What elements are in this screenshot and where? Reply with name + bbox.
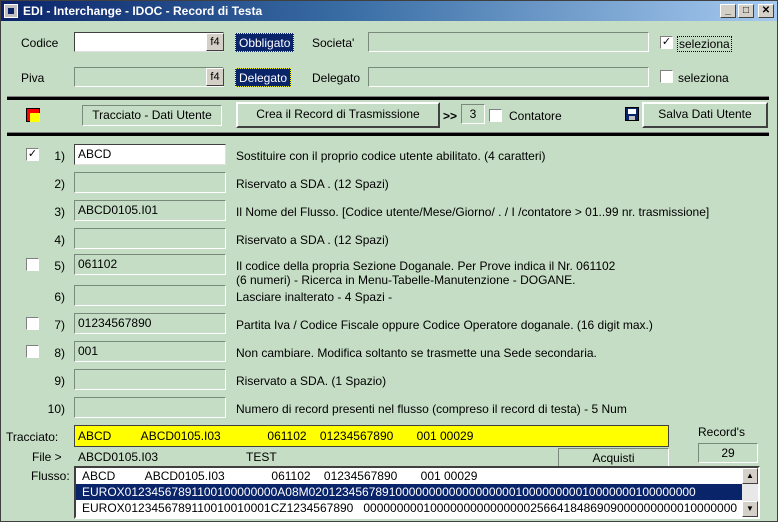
tracciato-value: ABCD ABCD0105.I03 061102 01234567890 001…	[74, 425, 669, 447]
contatore-label: Contatore	[509, 109, 562, 123]
row-description: Lasciare inalterato - 4 Spazi -	[236, 290, 393, 304]
scroll-down-icon[interactable]: ▼	[742, 501, 758, 517]
piva-f4-button[interactable]: f4	[206, 68, 224, 86]
records-label: Record's	[698, 425, 745, 439]
file-test: TEST	[246, 450, 277, 464]
seleziona-checkbox-2[interactable]	[660, 70, 673, 83]
row-description: Partita Iva / Codice Fiscale oppure Codi…	[236, 318, 653, 332]
row-checkbox[interactable]	[26, 258, 39, 271]
row-number: 9)	[54, 374, 65, 388]
delegato-field[interactable]	[368, 67, 649, 87]
piva-field[interactable]	[74, 67, 224, 87]
salva-dati-utente-button[interactable]: Salva Dati Utente	[642, 102, 768, 128]
row-value-field[interactable]: 061102	[74, 254, 226, 275]
flusso-label: Flusso:	[31, 469, 70, 483]
row-value-field[interactable]: ABCD	[74, 144, 226, 165]
row-description: Numero di record presenti nel flusso (co…	[236, 402, 627, 416]
row-checkbox[interactable]	[26, 345, 39, 358]
delegato-label: Delegato	[312, 71, 361, 85]
tracciato-label: Tracciato:	[6, 430, 59, 444]
file-name: ABCD0105.I03	[78, 450, 159, 464]
row-description: Riservato a SDA. (1 Spazio)	[236, 374, 387, 388]
row-number: 5)	[54, 259, 65, 273]
flusso-list-item[interactable]: ABCD ABCD0105.I03 061102 01234567890 001…	[76, 468, 742, 484]
societa-label: Societa'	[312, 36, 355, 50]
row-description: Riservato a SDA . (12 Spazi)	[236, 233, 389, 247]
app-icon	[4, 4, 18, 18]
close-button[interactable]: ✕	[758, 4, 774, 18]
row-number: 6)	[54, 290, 65, 304]
file-label: File >	[32, 450, 62, 464]
row-value-field[interactable]: 001	[74, 341, 226, 362]
row-description: Il Nome del Flusso. [Codice utente/Mese/…	[236, 205, 710, 219]
row-description: Riservato a SDA . (12 Spazi)	[236, 177, 389, 191]
flag-icon[interactable]	[26, 108, 40, 122]
row-checkbox[interactable]: ✓	[26, 148, 39, 161]
row-number: 3)	[54, 205, 65, 219]
row-value-field[interactable]	[74, 172, 226, 193]
contatore-checkbox[interactable]	[489, 109, 502, 122]
flusso-scrollbar[interactable]: ▲ ▼	[742, 468, 758, 517]
row-value-field[interactable]	[74, 228, 226, 249]
row-description: Il codice della propria Sezione Doganale…	[236, 259, 616, 273]
delegato-badge: Delegato	[235, 68, 292, 87]
tracciato-dati-utente-button[interactable]: Tracciato - Dati Utente	[82, 105, 222, 126]
row-value-field[interactable]	[74, 397, 226, 418]
row-description: Sostituire con il proprio codice utente …	[236, 149, 546, 163]
row-number: 8)	[54, 346, 65, 360]
arrows-label: >>	[443, 109, 458, 123]
row-number: 7)	[54, 318, 65, 332]
separator-top	[7, 96, 769, 100]
row-value-field[interactable]: ABCD0105.I01	[74, 200, 226, 221]
records-count: 29	[698, 443, 758, 463]
contatore-field[interactable]: 3	[461, 104, 485, 124]
seleziona-checkbox-1[interactable]: ✓	[660, 36, 673, 49]
minimize-button[interactable]: _	[720, 4, 736, 18]
obbligato-badge: Obbligato	[235, 33, 295, 52]
crea-record-button[interactable]: Crea il Record di Trasmissione	[236, 102, 440, 128]
row-number: 1)	[54, 149, 65, 163]
row-checkbox[interactable]	[26, 317, 39, 330]
window-title: EDI - Interchange - IDOC - Record di Tes…	[23, 4, 263, 18]
maximize-button[interactable]: □	[738, 4, 754, 18]
flusso-list-item[interactable]: EUROX01234567891100100000000A08M02012345…	[76, 484, 742, 500]
flusso-list-item[interactable]: EUROX0123456789110010010001CZ1234567890 …	[76, 500, 742, 516]
save-icon[interactable]	[625, 107, 639, 121]
row-value-field[interactable]: 01234567890	[74, 313, 226, 334]
codice-input[interactable]	[74, 32, 224, 52]
row-value-field[interactable]	[74, 369, 226, 390]
row-number: 10)	[47, 402, 65, 416]
piva-label: Piva	[21, 71, 45, 85]
row-number: 2)	[54, 177, 65, 191]
separator-middle	[7, 132, 769, 136]
scroll-up-icon[interactable]: ▲	[742, 468, 758, 484]
title-bar: EDI - Interchange - IDOC - Record di Tes…	[1, 1, 777, 21]
societa-field[interactable]	[368, 32, 649, 52]
main-window: EDI - Interchange - IDOC - Record di Tes…	[0, 0, 778, 522]
codice-f4-button[interactable]: f4	[206, 33, 224, 51]
acquisti-button[interactable]: Acquisti	[558, 448, 669, 468]
row-value-field[interactable]	[74, 285, 226, 306]
codice-label: Codice	[21, 36, 59, 50]
flusso-listbox[interactable]: ABCD ABCD0105.I03 061102 01234567890 001…	[74, 466, 760, 519]
row-description-line2: (6 numeri) - Ricerca in Menu-Tabelle-Man…	[236, 273, 576, 287]
row-number: 4)	[54, 233, 65, 247]
seleziona-label-2: seleziona	[678, 71, 729, 85]
seleziona-label-1: seleziona	[677, 36, 732, 52]
row-description: Non cambiare. Modifica soltanto se trasm…	[236, 346, 597, 360]
